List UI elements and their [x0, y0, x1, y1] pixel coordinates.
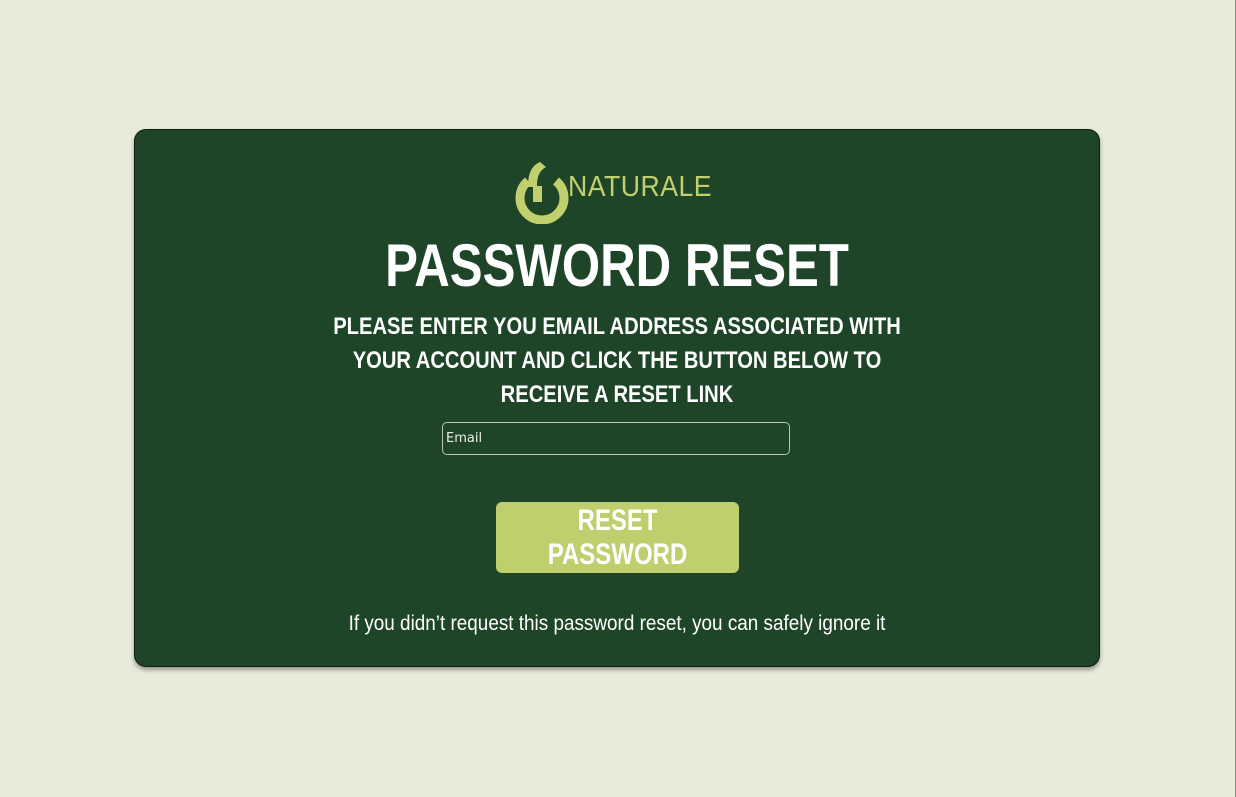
ignore-notice: If you didn’t request this password rese… [348, 612, 886, 635]
reset-password-button-label: RESET PASSWORD [547, 503, 688, 571]
power-leaf-icon [515, 162, 569, 224]
page-title: PASSWORD RESET [385, 232, 849, 299]
brand-name: NATURALE [568, 171, 713, 203]
instructions-text: PLEASE ENTER YOU EMAIL ADDRESS ASSOCIATE… [333, 313, 901, 408]
brand-logo: NATURALE [511, 160, 731, 224]
reset-password-button[interactable]: RESET PASSWORD [496, 502, 739, 573]
password-reset-card: NATURALE PASSWORD RESET PLEASE ENTER YOU… [134, 129, 1100, 667]
email-field[interactable] [442, 422, 790, 455]
